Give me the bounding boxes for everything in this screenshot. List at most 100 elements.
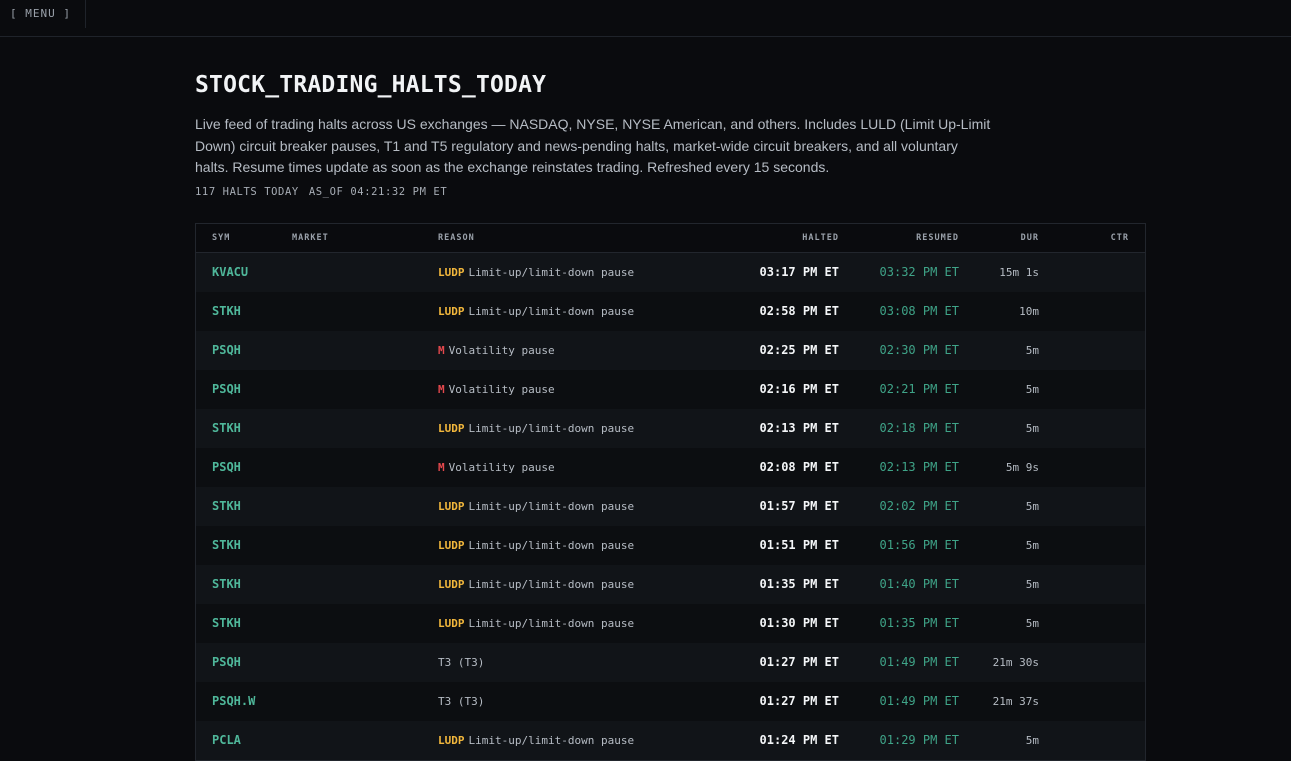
row-halted-time: 02:16 PM ET xyxy=(759,382,839,396)
row-symbol[interactable]: KVACU xyxy=(212,253,248,292)
reason-text: Volatility pause xyxy=(448,343,555,357)
row-reason: T3 (T3) xyxy=(438,682,484,721)
reason-text: Limit-up/limit-down pause xyxy=(468,265,635,279)
table-row[interactable]: PSQH M Volatility pause 02:16 PM ET 02:21… xyxy=(196,369,1145,409)
row-symbol[interactable]: PSQH xyxy=(212,448,241,487)
row-reason: LUDP Limit-up/limit-down pause xyxy=(438,721,634,760)
table-row[interactable]: STKH LUDP Limit-up/limit-down pause 01:51… xyxy=(196,525,1145,565)
table-row[interactable]: STKH LUDP Limit-up/limit-down pause 02:13… xyxy=(196,408,1145,448)
page-description: Live feed of trading halts across US exc… xyxy=(195,116,991,175)
row-duration: 21m 30s xyxy=(992,655,1039,669)
row-resumed-time: 01:29 PM ET xyxy=(879,733,959,747)
row-symbol[interactable]: STKH xyxy=(212,292,241,331)
row-symbol[interactable]: STKH xyxy=(212,487,241,526)
row-halted-time: 01:35 PM ET xyxy=(759,577,839,591)
row-duration: 5m xyxy=(1025,421,1039,435)
reason-text: Limit-up/limit-down pause xyxy=(468,538,635,552)
halt-code-badge: LUDP xyxy=(438,304,465,318)
halt-code-badge: LUDP xyxy=(438,733,465,747)
main-content: STOCK_TRADING_HALTS_TODAY Live feed of t… xyxy=(195,72,1146,761)
header-halted[interactable]: HALTED xyxy=(802,224,839,252)
row-resumed-time: 02:02 PM ET xyxy=(879,499,959,513)
halt-count: 117 HALTS TODAY xyxy=(195,185,299,198)
table-row[interactable]: PCLA LUDP Limit-up/limit-down pause 01:24… xyxy=(196,720,1145,760)
row-symbol[interactable]: PSQH xyxy=(212,331,241,370)
as-of-time: AS_OF 04:21:32 PM ET xyxy=(308,185,448,198)
row-halted-time: 02:13 PM ET xyxy=(759,421,839,435)
reason-text: Limit-up/limit-down pause xyxy=(468,421,635,435)
reason-text: Volatility pause xyxy=(448,382,555,396)
halt-code-badge: M xyxy=(438,460,445,474)
row-symbol[interactable]: PSQH xyxy=(212,643,241,682)
table-header: SYM MARKET REASON HALTED RESUMED DUR CTR xyxy=(196,224,1145,253)
row-halted-time: 01:24 PM ET xyxy=(759,733,839,747)
table-row[interactable]: STKH LUDP Limit-up/limit-down pause 02:58… xyxy=(196,291,1145,331)
table-row[interactable]: STKH LUDP Limit-up/limit-down pause 01:30… xyxy=(196,603,1145,643)
row-reason: LUDP Limit-up/limit-down pause xyxy=(438,604,634,643)
row-resumed-time: 02:13 PM ET xyxy=(879,460,959,474)
halt-meta: 117 HALTS TODAY AS_OF 04:21:32 PM ET xyxy=(195,186,1146,198)
header-sym[interactable]: SYM xyxy=(212,224,230,252)
reason-text: Volatility pause xyxy=(448,460,555,474)
row-reason: T3 (T3) xyxy=(438,643,484,682)
row-resumed-time: 01:49 PM ET xyxy=(879,694,959,708)
halt-code-badge: LUDP xyxy=(438,265,465,279)
row-halted-time: 02:58 PM ET xyxy=(759,304,839,318)
row-duration: 10m xyxy=(1019,304,1039,318)
halt-code-badge: LUDP xyxy=(438,616,465,630)
row-resumed-time: 01:56 PM ET xyxy=(879,538,959,552)
row-reason: LUDP Limit-up/limit-down pause xyxy=(438,526,634,565)
row-reason: LUDP Limit-up/limit-down pause xyxy=(438,487,634,526)
row-halted-time: 02:25 PM ET xyxy=(759,343,839,357)
row-duration: 5m xyxy=(1025,343,1039,357)
row-symbol[interactable]: STKH xyxy=(212,604,241,643)
menu-button[interactable]: [ MENU ] xyxy=(0,0,86,28)
reason-text: Limit-up/limit-down pause xyxy=(468,733,635,747)
header-dur[interactable]: DUR xyxy=(1021,224,1039,252)
reason-text: Limit-up/limit-down pause xyxy=(468,499,635,513)
table-row[interactable]: PSQH M Volatility pause 02:25 PM ET 02:30… xyxy=(196,330,1145,370)
row-halted-time: 01:27 PM ET xyxy=(759,694,839,708)
reason-text: T3 (T3) xyxy=(438,655,485,669)
page-title: STOCK_TRADING_HALTS_TODAY xyxy=(195,72,547,98)
top-bar: [ MENU ] xyxy=(0,0,1291,37)
row-reason: LUDP Limit-up/limit-down pause xyxy=(438,253,634,292)
row-halted-time: 02:08 PM ET xyxy=(759,460,839,474)
row-reason: LUDP Limit-up/limit-down pause xyxy=(438,565,634,604)
row-resumed-time: 02:30 PM ET xyxy=(879,343,959,357)
table-row[interactable]: STKH LUDP Limit-up/limit-down pause 01:35… xyxy=(196,564,1145,604)
row-halted-time: 01:27 PM ET xyxy=(759,655,839,669)
row-resumed-time: 02:21 PM ET xyxy=(879,382,959,396)
halt-code-badge: LUDP xyxy=(438,499,465,513)
reason-text: Limit-up/limit-down pause xyxy=(468,304,635,318)
header-market[interactable]: MARKET xyxy=(292,224,329,252)
header-ctr[interactable]: CTR xyxy=(1111,224,1129,252)
row-symbol[interactable]: PSQH.W xyxy=(212,682,255,721)
row-symbol[interactable]: PCLA xyxy=(212,721,241,760)
row-duration: 5m xyxy=(1025,382,1039,396)
table-row[interactable]: STKH LUDP Limit-up/limit-down pause 01:57… xyxy=(196,486,1145,526)
row-resumed-time: 03:32 PM ET xyxy=(879,265,959,279)
header-reason[interactable]: REASON xyxy=(438,224,475,252)
row-halted-time: 03:17 PM ET xyxy=(759,265,839,279)
table-row[interactable]: PSQH T3 (T3) 01:27 PM ET 01:49 PM ET 21m… xyxy=(196,642,1145,682)
table-row[interactable]: KVACU LUDP Limit-up/limit-down pause 03:1… xyxy=(196,252,1145,292)
row-symbol[interactable]: STKH xyxy=(212,526,241,565)
reason-text: T3 (T3) xyxy=(438,694,485,708)
row-symbol[interactable]: STKH xyxy=(212,409,241,448)
row-halted-time: 01:51 PM ET xyxy=(759,538,839,552)
row-resumed-time: 01:49 PM ET xyxy=(879,655,959,669)
row-reason: LUDP Limit-up/limit-down pause xyxy=(438,292,634,331)
row-duration: 21m 37s xyxy=(992,694,1039,708)
row-symbol[interactable]: STKH xyxy=(212,565,241,604)
row-resumed-time: 02:18 PM ET xyxy=(879,421,959,435)
row-resumed-time: 03:08 PM ET xyxy=(879,304,959,318)
table-row[interactable]: PSQH.W T3 (T3) 01:27 PM ET 01:49 PM ET 2… xyxy=(196,681,1145,721)
header-resumed[interactable]: RESUMED xyxy=(916,224,959,252)
table-row[interactable]: PSQH M Volatility pause 02:08 PM ET 02:13… xyxy=(196,447,1145,487)
row-halted-time: 01:30 PM ET xyxy=(759,616,839,630)
halt-code-badge: LUDP xyxy=(438,421,465,435)
row-duration: 15m 1s xyxy=(999,265,1039,279)
row-resumed-time: 01:40 PM ET xyxy=(879,577,959,591)
row-symbol[interactable]: PSQH xyxy=(212,370,241,409)
